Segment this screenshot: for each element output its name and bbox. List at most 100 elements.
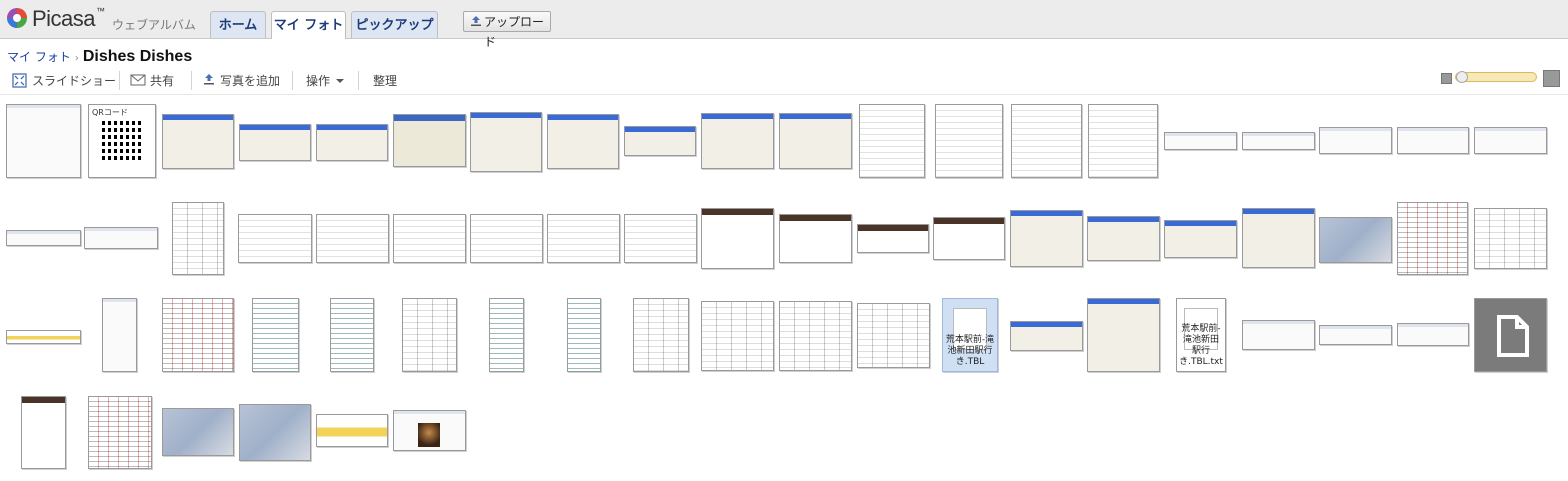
brand-subtitle: ウェブアルバム bbox=[112, 18, 196, 32]
breadcrumb-separator: › bbox=[74, 53, 79, 64]
slideshow-button[interactable]: スライドショー bbox=[12, 72, 116, 90]
photo-thumbnail[interactable] bbox=[1010, 210, 1083, 267]
photo-thumbnail[interactable] bbox=[1087, 216, 1160, 261]
photo-thumbnail[interactable] bbox=[567, 298, 601, 372]
photo-thumbnail[interactable] bbox=[162, 298, 234, 372]
photo-thumbnail[interactable] bbox=[1474, 298, 1547, 372]
toolbar-divider bbox=[119, 71, 120, 90]
photo-thumbnail[interactable] bbox=[316, 414, 388, 447]
actions-label: 操作 bbox=[306, 74, 331, 88]
upload-icon bbox=[204, 74, 214, 85]
actions-dropdown[interactable]: 操作 bbox=[306, 72, 345, 90]
photo-thumbnail[interactable] bbox=[624, 214, 697, 263]
photo-thumbnail[interactable] bbox=[252, 298, 299, 372]
photo-thumbnail[interactable] bbox=[393, 410, 466, 451]
photo-thumbnail[interactable] bbox=[316, 124, 388, 161]
toolbar-divider bbox=[292, 71, 293, 90]
photo-thumbnail[interactable] bbox=[84, 227, 158, 249]
tab-home[interactable]: ホーム bbox=[210, 11, 266, 38]
photo-thumbnail[interactable] bbox=[239, 124, 311, 161]
fullscreen-icon bbox=[12, 73, 27, 88]
photo-thumbnail[interactable] bbox=[779, 214, 852, 263]
photo-thumbnail[interactable] bbox=[6, 104, 81, 178]
photo-thumbnail[interactable] bbox=[6, 230, 81, 246]
photo-thumbnail[interactable] bbox=[1319, 127, 1392, 154]
file-thumbnail[interactable]: 荒本駅前-滝池新田駅行き.TBL.txt bbox=[1176, 298, 1226, 372]
breadcrumb-my-photos[interactable]: マイ フォト bbox=[7, 50, 71, 64]
tab-my-photos[interactable]: マイ フォト bbox=[271, 11, 346, 39]
photo-thumbnail[interactable] bbox=[1010, 321, 1083, 351]
photo-thumbnail[interactable] bbox=[779, 301, 852, 371]
photo-thumbnail[interactable] bbox=[701, 208, 774, 269]
zoom-out-icon[interactable] bbox=[1441, 73, 1452, 84]
chevron-down-icon bbox=[336, 79, 345, 83]
photo-thumbnail[interactable] bbox=[102, 298, 137, 372]
photo-thumbnail[interactable] bbox=[6, 330, 81, 344]
photo-thumbnail[interactable] bbox=[330, 298, 374, 372]
photo-thumbnail[interactable] bbox=[393, 114, 466, 167]
photo-thumbnail[interactable] bbox=[933, 217, 1005, 260]
qr-code-label: QRコード bbox=[92, 108, 128, 117]
photo-thumbnail[interactable] bbox=[88, 396, 152, 469]
picasa-logo-icon[interactable] bbox=[6, 7, 28, 29]
toolbar-divider bbox=[358, 71, 359, 90]
tab-featured[interactable]: ピックアップ bbox=[351, 11, 438, 38]
file-name: 荒本駅前-滝池新田駅行き.TBL bbox=[945, 335, 995, 367]
photo-thumbnail[interactable] bbox=[1474, 127, 1547, 154]
photo-thumbnail[interactable]: QRコード bbox=[88, 104, 156, 178]
photo-thumbnail[interactable] bbox=[470, 112, 542, 172]
add-photos-button[interactable]: 写真を追加 bbox=[203, 72, 280, 90]
photo-thumbnail[interactable] bbox=[1242, 208, 1315, 268]
photo-thumbnail[interactable] bbox=[1242, 132, 1315, 150]
photo-thumbnail[interactable] bbox=[935, 104, 1003, 178]
document-icon bbox=[1497, 315, 1529, 357]
photo-thumbnail[interactable] bbox=[857, 224, 929, 253]
upload-button[interactable]: アップロード bbox=[463, 11, 551, 49]
photo-thumbnail[interactable] bbox=[162, 408, 234, 456]
photo-thumbnail[interactable] bbox=[1088, 104, 1158, 178]
envelope-icon bbox=[130, 74, 146, 86]
photo-thumbnail[interactable] bbox=[1242, 320, 1315, 350]
share-button[interactable]: 共有 bbox=[130, 72, 174, 90]
photo-thumbnail[interactable] bbox=[402, 298, 457, 372]
share-label: 共有 bbox=[150, 74, 175, 88]
photo-thumbnail[interactable] bbox=[779, 113, 852, 169]
file-thumbnail[interactable]: 荒本駅前-滝池新田駅行き.TBL bbox=[942, 298, 998, 372]
photo-thumbnail[interactable] bbox=[624, 126, 696, 156]
photo-thumbnail[interactable] bbox=[1011, 104, 1082, 178]
photo-thumbnail[interactable] bbox=[633, 298, 689, 372]
photo-thumbnail[interactable] bbox=[489, 298, 524, 372]
photo-thumbnail[interactable] bbox=[859, 104, 925, 178]
slider-handle[interactable] bbox=[1456, 71, 1468, 83]
file-name: 荒本駅前-滝池新田駅行き.TBL.txt bbox=[1179, 324, 1223, 367]
photo-thumbnail[interactable] bbox=[316, 214, 389, 263]
photo-thumbnail[interactable] bbox=[238, 214, 312, 263]
toolbar-divider bbox=[191, 71, 192, 90]
photo-thumbnail[interactable] bbox=[172, 202, 224, 275]
photo-thumbnail[interactable] bbox=[1397, 202, 1468, 275]
photo-thumbnail[interactable] bbox=[1164, 132, 1237, 150]
toolbar-divider-line bbox=[0, 94, 1568, 95]
photo-thumbnail[interactable] bbox=[1397, 323, 1469, 346]
photo-thumbnail[interactable] bbox=[1319, 325, 1392, 345]
organize-button[interactable]: 整理 bbox=[373, 72, 397, 90]
brand-name[interactable]: Picasa™ bbox=[32, 6, 105, 32]
photo-thumbnail[interactable] bbox=[162, 114, 234, 169]
photo-thumbnail[interactable] bbox=[1319, 217, 1392, 263]
photo-thumbnail[interactable] bbox=[1164, 220, 1237, 258]
photo-thumbnail[interactable] bbox=[701, 301, 774, 371]
photo-thumbnail[interactable] bbox=[470, 214, 543, 263]
photo-thumbnail[interactable] bbox=[547, 114, 619, 169]
photo-thumbnail[interactable] bbox=[547, 214, 620, 263]
photo-thumbnail[interactable] bbox=[857, 303, 930, 368]
photo-thumbnail[interactable] bbox=[701, 113, 774, 169]
photo-thumbnail[interactable] bbox=[393, 214, 466, 263]
zoom-in-icon[interactable] bbox=[1543, 70, 1560, 87]
photo-thumbnail[interactable] bbox=[239, 404, 311, 461]
top-bar: Picasa™ ウェブアルバム ホーム マイ フォト ピックアップ アップロード bbox=[0, 0, 1568, 49]
photo-thumbnail[interactable] bbox=[21, 396, 66, 469]
photo-thumbnail[interactable] bbox=[1087, 298, 1160, 372]
upload-label: アップロード bbox=[484, 15, 545, 49]
photo-thumbnail[interactable] bbox=[1474, 208, 1547, 269]
photo-thumbnail[interactable] bbox=[1397, 127, 1469, 154]
